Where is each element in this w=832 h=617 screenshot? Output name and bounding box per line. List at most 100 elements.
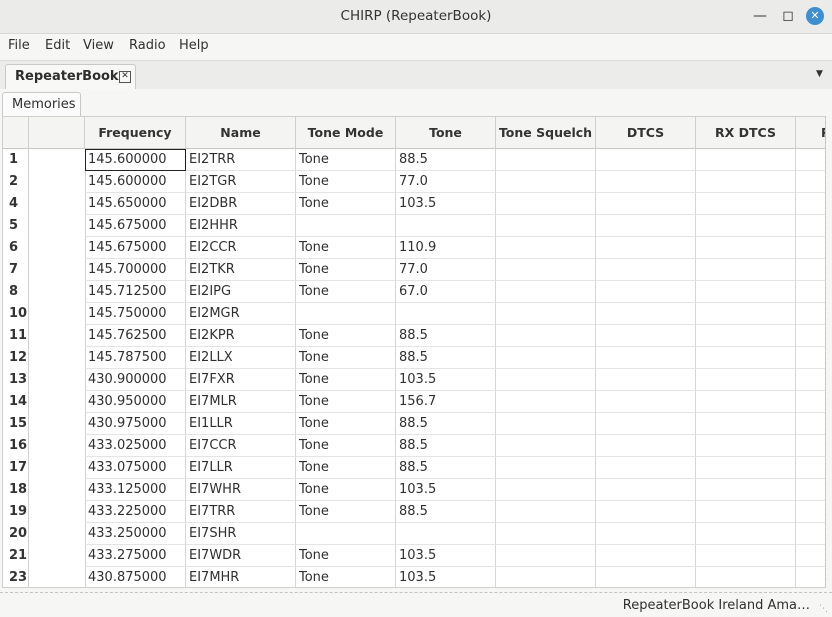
cell-name[interactable]: EI2LLX	[186, 347, 296, 369]
cell-dtcs[interactable]	[596, 369, 696, 391]
cell-frequency[interactable]: 145.700000	[85, 259, 186, 281]
cell-name[interactable]: EI1LLR	[186, 413, 296, 435]
cell-dtcs[interactable]	[596, 347, 696, 369]
cell-tone-squelch[interactable]	[496, 171, 596, 193]
row-number[interactable]: 6	[3, 237, 29, 259]
cell-name[interactable]: EI2DBR	[186, 193, 296, 215]
cell-partial[interactable]	[796, 281, 825, 303]
cell-rx-dtcs[interactable]	[696, 325, 796, 347]
row-number[interactable]: 1	[3, 149, 29, 171]
cell-dtcs[interactable]	[596, 281, 696, 303]
cell-dtcs[interactable]	[596, 479, 696, 501]
cell-rx-dtcs[interactable]	[696, 347, 796, 369]
cell-frequency[interactable]: 433.075000	[85, 457, 186, 479]
cell-tone-mode[interactable]: Tone	[296, 479, 396, 501]
cell-tone-squelch[interactable]	[496, 281, 596, 303]
row-number[interactable]: 13	[3, 369, 29, 391]
cell-partial[interactable]	[796, 413, 825, 435]
cell-tone-mode[interactable]: Tone	[296, 259, 396, 281]
cell-tone[interactable]: 110.9	[396, 237, 496, 259]
cell-frequency[interactable]: 433.125000	[85, 479, 186, 501]
row-number[interactable]: 20	[3, 523, 29, 545]
cell-tone-mode[interactable]: Tone	[296, 413, 396, 435]
cell-tone[interactable]: 88.5	[396, 457, 496, 479]
row-number[interactable]: 12	[3, 347, 29, 369]
cell-tone[interactable]	[396, 303, 496, 325]
cell-rx-dtcs[interactable]	[696, 281, 796, 303]
cell-name[interactable]: EI7SHR	[186, 523, 296, 545]
cell-name[interactable]: EI2CCR	[186, 237, 296, 259]
cell-tone-mode[interactable]: Tone	[296, 501, 396, 523]
column-header-tone-mode[interactable]: Tone Mode	[296, 117, 396, 149]
cell-tone-squelch[interactable]	[496, 237, 596, 259]
cell-partial[interactable]	[796, 545, 825, 567]
cell-rx-dtcs[interactable]	[696, 457, 796, 479]
cell-tone[interactable]: 88.5	[396, 347, 496, 369]
cell-tone[interactable]: 103.5	[396, 193, 496, 215]
cell-frequency[interactable]: 145.762500	[85, 325, 186, 347]
cell-tone[interactable]: 88.5	[396, 413, 496, 435]
cell-rx-dtcs[interactable]	[696, 567, 796, 587]
cell-tone[interactable]	[396, 215, 496, 237]
cell-rx-dtcs[interactable]	[696, 259, 796, 281]
cell-name[interactable]: EI7WDR	[186, 545, 296, 567]
row-number[interactable]: 23	[3, 567, 29, 587]
cell-dtcs[interactable]	[596, 215, 696, 237]
cell-dtcs[interactable]	[596, 237, 696, 259]
cell-partial[interactable]	[796, 259, 825, 281]
cell-tone-squelch[interactable]	[496, 413, 596, 435]
cell-tone[interactable]: 103.5	[396, 567, 496, 587]
cell-tone[interactable]: 88.5	[396, 149, 496, 171]
cell-partial[interactable]	[796, 523, 825, 545]
cell-dtcs[interactable]	[596, 171, 696, 193]
cell-dtcs[interactable]	[596, 545, 696, 567]
cell-frequency[interactable]: 145.600000	[85, 149, 186, 171]
cell-tone-mode[interactable]: Tone	[296, 193, 396, 215]
cell-tone-squelch[interactable]	[496, 369, 596, 391]
row-number[interactable]: 8	[3, 281, 29, 303]
cell-tone-mode[interactable]: Tone	[296, 281, 396, 303]
cell-tone-mode[interactable]: Tone	[296, 391, 396, 413]
cell-dtcs[interactable]	[596, 567, 696, 587]
cell-rx-dtcs[interactable]	[696, 523, 796, 545]
cell-partial[interactable]	[796, 303, 825, 325]
cell-frequency[interactable]: 433.275000	[85, 545, 186, 567]
cell-tone-squelch[interactable]	[496, 435, 596, 457]
cell-partial[interactable]	[796, 171, 825, 193]
cell-name[interactable]: EI7TRR	[186, 501, 296, 523]
cell-partial[interactable]	[796, 567, 825, 587]
cell-dtcs[interactable]	[596, 413, 696, 435]
column-header-tone-squelch[interactable]: Tone Squelch	[496, 117, 596, 149]
cell-dtcs[interactable]	[596, 193, 696, 215]
cell-name[interactable]: EI2TKR	[186, 259, 296, 281]
cell-tone-mode[interactable]: Tone	[296, 237, 396, 259]
cell-tone[interactable]: 67.0	[396, 281, 496, 303]
column-header-tone[interactable]: Tone	[396, 117, 496, 149]
column-header-dtcs[interactable]: DTCS	[596, 117, 696, 149]
cell-frequency[interactable]: 433.225000	[85, 501, 186, 523]
cell-partial[interactable]	[796, 149, 825, 171]
row-number[interactable]: 11	[3, 325, 29, 347]
menu-file[interactable]: File	[8, 38, 30, 53]
cell-dtcs[interactable]	[596, 325, 696, 347]
cell-frequency[interactable]: 145.675000	[85, 237, 186, 259]
cell-tone-squelch[interactable]	[496, 303, 596, 325]
cell-name[interactable]: EI7MHR	[186, 567, 296, 587]
cell-frequency[interactable]: 145.675000	[85, 215, 186, 237]
cell-tone[interactable]: 88.5	[396, 501, 496, 523]
row-number[interactable]: 4	[3, 193, 29, 215]
cell-frequency[interactable]: 145.787500	[85, 347, 186, 369]
cell-tone[interactable]: 77.0	[396, 259, 496, 281]
cell-frequency[interactable]: 433.250000	[85, 523, 186, 545]
maximize-icon[interactable]: ◻	[778, 6, 798, 26]
cell-tone-mode[interactable]: Tone	[296, 545, 396, 567]
cell-tone-mode[interactable]	[296, 523, 396, 545]
cell-tone-squelch[interactable]	[496, 523, 596, 545]
cell-partial[interactable]	[796, 325, 825, 347]
column-header-name[interactable]: Name	[186, 117, 296, 149]
cell-dtcs[interactable]	[596, 501, 696, 523]
cell-rx-dtcs[interactable]	[696, 237, 796, 259]
cell-tone-squelch[interactable]	[496, 545, 596, 567]
cell-dtcs[interactable]	[596, 259, 696, 281]
cell-tone[interactable]: 103.5	[396, 545, 496, 567]
